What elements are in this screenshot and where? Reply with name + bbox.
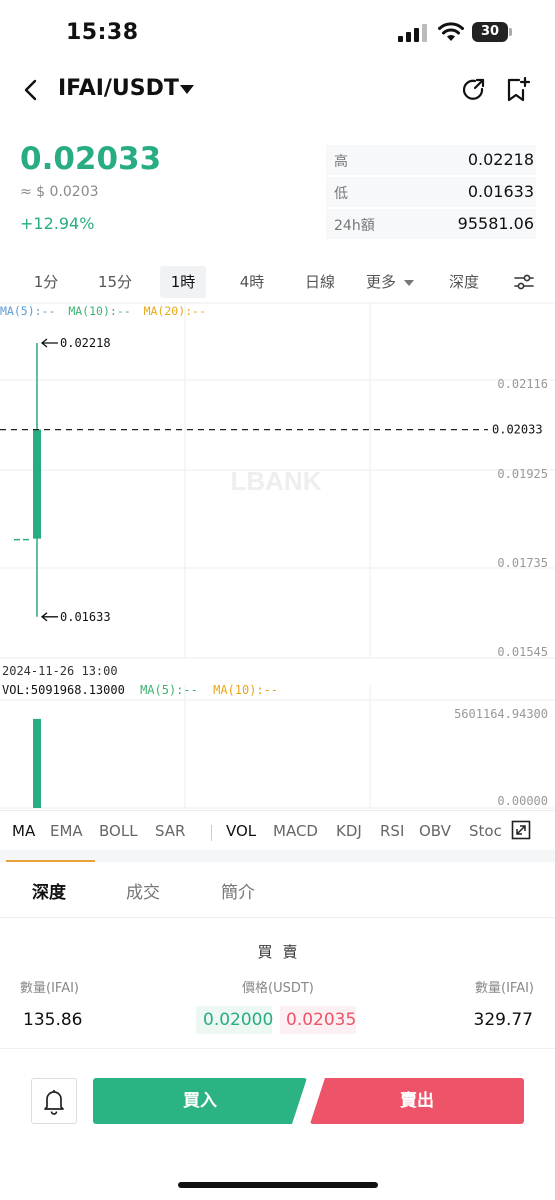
current-price-tag: 0.02033 <box>492 423 543 437</box>
action-bar <box>0 1048 555 1200</box>
vol-ma10-legend: MA(10):-- <box>213 683 279 697</box>
price-change-percent: +12.94% <box>20 214 95 233</box>
chart-settings-icon[interactable] <box>513 272 535 292</box>
volume-bar <box>33 718 41 808</box>
tab-15m[interactable]: 15分 <box>88 266 142 298</box>
stat-24h-volume: 24h額 95581.06 <box>326 209 536 239</box>
tab-depth-book[interactable]: 深度 <box>32 878 66 903</box>
price-axis-tick: 0.02116 <box>497 377 548 391</box>
high-marker-label: 0.02218 <box>60 336 111 350</box>
order-book-title: 買賣 <box>257 943 308 961</box>
vol-legend-value: VOL:5091968.13000 <box>2 683 125 697</box>
tab-trades[interactable]: 成交 <box>126 878 160 903</box>
indicator-kdj[interactable]: KDJ <box>336 822 362 840</box>
last-price: 0.02033 <box>20 141 162 177</box>
volume-layer <box>33 718 41 808</box>
price-alert-button[interactable] <box>31 1078 77 1124</box>
tab-more[interactable]: 更多 <box>358 266 422 298</box>
ma20-legend: MA(20):-- <box>143 304 206 318</box>
tab-4h[interactable]: 4時 <box>228 266 276 298</box>
tab-intro[interactable]: 簡介 <box>221 878 255 903</box>
detail-tabs: 深度 成交 簡介 <box>0 862 555 918</box>
stat-label: 24h額 <box>334 218 375 234</box>
stat-label: 高 <box>334 154 348 170</box>
indicator-divider <box>211 825 212 841</box>
status-time: 15:38 <box>66 20 139 45</box>
ma10-legend: MA(10):-- <box>68 304 131 318</box>
interval-tabs: 1分 15分 1時 4時 日線 更多 深度 <box>0 266 555 300</box>
sell-button[interactable]: 賣出 <box>310 1078 524 1124</box>
high-marker-arrow-icon <box>40 338 58 348</box>
status-bar: 15:38 30 <box>0 0 555 64</box>
stat-label: 低 <box>334 186 348 202</box>
candle-layer <box>14 343 41 617</box>
low-marker-arrow-icon <box>40 612 58 622</box>
back-arrow-icon[interactable] <box>18 76 46 104</box>
price-axis-tick: 0.01735 <box>497 556 548 570</box>
signal-icon <box>398 24 428 42</box>
battery-icon: 30 <box>472 22 512 42</box>
indicator-vol[interactable]: VOL <box>226 822 256 840</box>
tab-more-label: 更多 <box>365 273 396 291</box>
low-marker-label: 0.01633 <box>60 610 111 624</box>
ma-legend: MA(5):-- MA(10):-- MA(20):-- <box>0 304 212 318</box>
tab-1d[interactable]: 日線 <box>296 266 344 298</box>
nav-header: IFAI/USDT <box>0 64 555 120</box>
fullscreen-icon[interactable] <box>511 820 531 840</box>
candle-body <box>33 429 41 539</box>
volume-legend: VOL:5091968.13000 MA(5):-- MA(10):-- <box>2 683 286 697</box>
ask-price[interactable]: 0.02035 <box>286 1010 356 1030</box>
chart-watermark: LBANK <box>231 466 322 496</box>
indicator-bar: MA EMA BOLL SAR VOL MACD KDJ RSI OBV Sto… <box>0 810 555 850</box>
kline-chart[interactable]: LBANK 0.02033 0.02218 0.01633 0.02116 0.… <box>0 300 555 810</box>
stat-value: 0.02218 <box>467 150 534 169</box>
bell-icon <box>44 1090 64 1115</box>
indicator-obv[interactable]: OBV <box>419 822 451 840</box>
wifi-icon <box>438 22 464 41</box>
indicator-rsi[interactable]: RSI <box>380 822 404 840</box>
price-axis-tick: 0.01545 <box>497 645 548 659</box>
indicator-ma[interactable]: MA <box>12 822 35 840</box>
vol-ma5-legend: MA(5):-- <box>140 683 198 697</box>
tab-1m[interactable]: 1分 <box>22 266 70 298</box>
col-ask-qty: 數量(IFAI) <box>475 981 534 996</box>
indicator-sar[interactable]: SAR <box>155 822 185 840</box>
pair-dropdown-icon[interactable] <box>180 85 194 94</box>
bid-price[interactable]: 0.02000 <box>203 1010 273 1030</box>
col-bid-qty: 數量(IFAI) <box>20 981 79 996</box>
ma5-legend: MA(5):-- <box>0 304 56 318</box>
chevron-down-icon <box>404 279 414 286</box>
stat-low: 低 0.01633 <box>326 177 536 207</box>
tab-1h[interactable]: 1時 <box>160 266 206 298</box>
price-axis-tick: 0.01925 <box>497 467 548 481</box>
stat-high: 高 0.02218 <box>326 145 536 175</box>
col-price: 價格(USDT) <box>242 981 314 996</box>
crosshair-time-label: 2024-11-26 13:00 <box>2 664 118 678</box>
home-indicator <box>178 1182 378 1188</box>
bid-qty[interactable]: 135.86 <box>23 1010 82 1030</box>
stat-value: 0.01633 <box>467 182 534 201</box>
pair-title[interactable]: IFAI/USDT <box>58 76 179 101</box>
indicator-macd[interactable]: MACD <box>273 822 318 840</box>
indicator-ema[interactable]: EMA <box>50 822 83 840</box>
stats-panel: 高 0.02218 低 0.01633 24h額 95581.06 <box>326 145 536 241</box>
buy-button[interactable]: 買入 <box>93 1078 307 1124</box>
kline-svg[interactable]: LBANK 0.02033 0.02218 0.01633 0.02116 0.… <box>0 300 555 810</box>
indicator-stoch[interactable]: Stoc <box>469 822 503 840</box>
active-tab-indicator <box>6 860 95 862</box>
tab-depth[interactable]: 深度 <box>440 266 488 298</box>
price-usd-approx: ≈ $ 0.0203 <box>20 184 99 200</box>
share-icon[interactable] <box>460 76 488 104</box>
volume-axis-tick: 5601164.94300 <box>454 707 548 721</box>
ask-qty[interactable]: 329.77 <box>474 1010 533 1030</box>
stat-value: 95581.06 <box>457 214 534 233</box>
indicator-boll[interactable]: BOLL <box>99 822 138 840</box>
volume-axis-tick: 0.00000 <box>497 794 548 808</box>
bookmark-add-icon[interactable] <box>505 76 531 104</box>
